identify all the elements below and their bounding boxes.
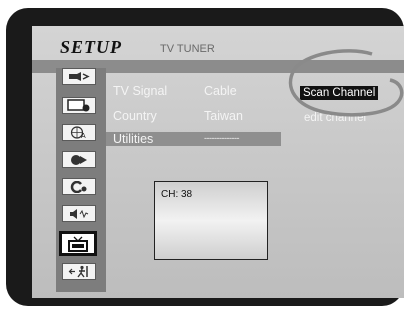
play-icon (71, 154, 87, 165)
menu-label-tv-signal[interactable]: TV Signal (113, 84, 167, 98)
menu-label-country[interactable]: Country (113, 109, 157, 123)
channel-number: CH: 38 (161, 189, 193, 200)
menu-label-utilities[interactable]: Utilities (113, 132, 153, 146)
sidebar-item-speaker[interactable] (62, 205, 96, 222)
channel-preview: CH: 38 (154, 181, 268, 260)
sidebar-item-playback[interactable] (62, 151, 96, 168)
page-title: SETUP (60, 37, 123, 57)
svg-text:A: A (81, 133, 86, 139)
tv-icon (68, 236, 88, 252)
exit-icon (68, 265, 88, 278)
sidebar-item-exit[interactable] (62, 263, 96, 280)
menu-value-utilities: -------------- (204, 133, 239, 143)
sidebar-item-tv[interactable] (59, 231, 97, 256)
highlight-circle (288, 49, 404, 117)
speaker-icon (70, 208, 89, 219)
video-settings-icon (67, 99, 90, 112)
sidebar-item-audio-out[interactable] (62, 68, 96, 85)
page-subtitle: TV TUNER (160, 43, 215, 55)
audio-out-icon (69, 72, 90, 81)
menu-value-tv-signal: Cable (204, 84, 237, 98)
sidebar-item-language[interactable]: A (62, 124, 96, 141)
sidebar-item-video[interactable] (62, 97, 96, 114)
menu-value-country: Taiwan (204, 109, 243, 123)
language-icon: A (70, 126, 86, 139)
repeat-icon (70, 180, 87, 193)
sidebar-item-repeat[interactable] (62, 178, 96, 195)
